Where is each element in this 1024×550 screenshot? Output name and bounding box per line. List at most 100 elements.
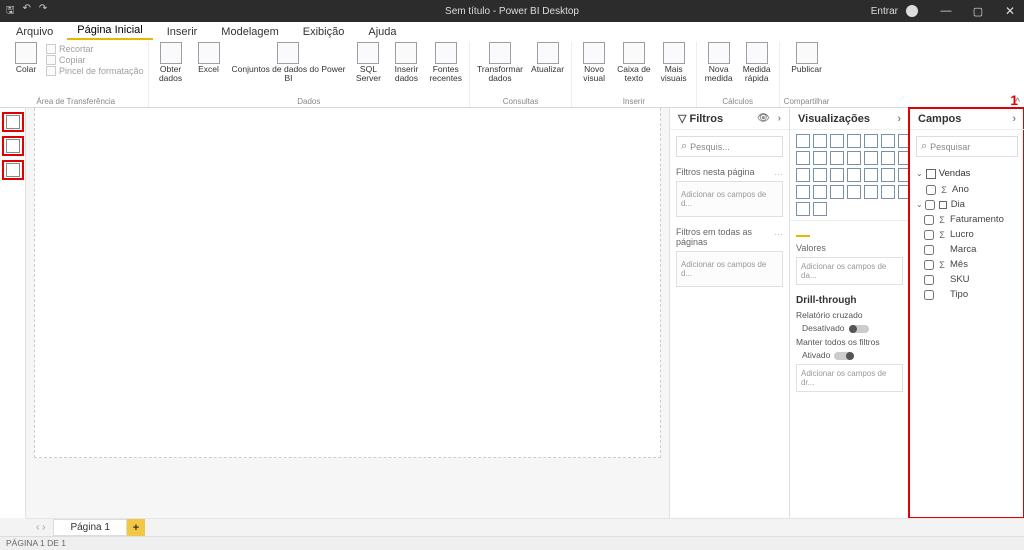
viz-type-icon[interactable] (796, 168, 810, 182)
filters-search[interactable]: Pesquis... (676, 136, 783, 157)
viz-type-icon[interactable] (830, 151, 844, 165)
report-canvas[interactable] (34, 108, 661, 458)
excel-icon (198, 42, 220, 64)
filters-page-dropzone[interactable]: Adicionar os campos de d... (676, 181, 783, 217)
caret-icon: ⌄ (916, 200, 923, 209)
publish-button[interactable]: Publicar (788, 42, 825, 74)
report-view-button[interactable] (2, 112, 24, 132)
viz-type-icon[interactable] (796, 202, 810, 216)
paste-button[interactable]: Colar (8, 42, 44, 74)
field-faturamento[interactable]: ΣFaturamento (914, 212, 1020, 227)
viz-type-icon[interactable] (796, 185, 810, 199)
enter-data-button[interactable]: Inserir dados (388, 42, 424, 83)
viz-type-icon[interactable] (830, 168, 844, 182)
tab-exibicao[interactable]: Exibição (293, 23, 355, 40)
tab-ajuda[interactable]: Ajuda (358, 23, 406, 40)
viz-type-icon[interactable] (830, 134, 844, 148)
field-checkbox[interactable] (925, 200, 935, 210)
collapse-filters-icon[interactable] (778, 113, 781, 124)
fields-tab-icon[interactable] (796, 223, 810, 237)
excel-button[interactable]: Excel (191, 42, 227, 74)
field-checkbox[interactable] (926, 185, 936, 195)
avatar-icon[interactable] (906, 5, 918, 17)
add-page-button[interactable]: + (127, 519, 145, 537)
field-checkbox[interactable] (924, 260, 934, 270)
viz-type-icon[interactable] (881, 185, 895, 199)
table-vendas[interactable]: ⌄ Vendas (914, 165, 1020, 182)
field-checkbox[interactable] (924, 245, 934, 255)
viz-type-icon[interactable] (813, 168, 827, 182)
viz-type-icon[interactable] (847, 168, 861, 182)
field-checkbox[interactable] (924, 290, 934, 300)
viz-type-icon[interactable] (796, 151, 810, 165)
viz-type-icon[interactable] (864, 134, 878, 148)
field-dia[interactable]: ⌄Dia (914, 197, 1020, 212)
viz-type-icon[interactable] (847, 151, 861, 165)
sigma-icon: Σ (938, 260, 946, 270)
field-checkbox[interactable] (924, 215, 934, 225)
field-tipo[interactable]: Tipo (914, 287, 1020, 302)
format-tab-icon[interactable] (816, 223, 830, 237)
viz-type-icon[interactable] (847, 134, 861, 148)
tab-inserir[interactable]: Inserir (157, 23, 208, 40)
viz-type-icon[interactable] (813, 185, 827, 199)
viz-type-icon[interactable] (847, 185, 861, 199)
field-ano[interactable]: ΣAno (914, 182, 1020, 197)
pbi-datasets-button[interactable]: Conjuntos de dados do Power BI (229, 42, 349, 83)
field-lucro[interactable]: ΣLucro (914, 227, 1020, 242)
fields-search[interactable]: Pesquisar (916, 136, 1018, 157)
textbox-button[interactable]: Caixa de texto (614, 42, 654, 83)
undo-icon[interactable]: ↶ (23, 3, 31, 20)
new-visual-icon (583, 42, 605, 64)
recent-sources-button[interactable]: Fontes recentes (426, 42, 465, 83)
data-view-button[interactable] (2, 136, 24, 156)
transform-data-button[interactable]: Transformar dados (474, 42, 526, 83)
more-visuals-button[interactable]: Mais visuais (656, 42, 692, 83)
maximize-button[interactable]: ▢ (964, 0, 992, 22)
new-measure-button[interactable]: Nova medida (701, 42, 737, 83)
viz-type-icon[interactable] (830, 185, 844, 199)
visualizations-header: Visualizações (798, 113, 870, 125)
collapse-fields-icon[interactable] (1012, 113, 1016, 125)
field-mes[interactable]: ΣMês (914, 257, 1020, 272)
new-visual-button[interactable]: Novo visual (576, 42, 612, 83)
recent-icon (435, 42, 457, 64)
viz-type-icon[interactable] (864, 151, 878, 165)
tab-arquivo[interactable]: Arquivo (6, 23, 63, 40)
filters-all-dropzone[interactable]: Adicionar os campos de d... (676, 251, 783, 287)
tab-pagina-inicial[interactable]: Página Inicial (67, 21, 152, 40)
cross-report-toggle[interactable] (849, 325, 869, 333)
field-checkbox[interactable] (924, 275, 934, 285)
save-icon[interactable]: 🖫 (6, 3, 15, 20)
viz-type-icon[interactable] (864, 168, 878, 182)
quick-measure-button[interactable]: Medida rápida (739, 42, 775, 83)
model-view-button[interactable] (2, 160, 24, 180)
field-checkbox[interactable] (924, 230, 934, 240)
model-view-icon (6, 163, 20, 177)
viz-type-icon[interactable] (813, 134, 827, 148)
sign-in-link[interactable]: Entrar (871, 6, 898, 17)
tab-modelagem[interactable]: Modelagem (211, 23, 288, 40)
viz-type-icon[interactable] (796, 134, 810, 148)
close-button[interactable]: ✕ (996, 0, 1024, 22)
drill-dropzone[interactable]: Adicionar os campos de dr... (796, 364, 903, 392)
values-dropzone[interactable]: Adicionar os campos de da... (796, 257, 903, 285)
viz-type-icon[interactable] (881, 168, 895, 182)
minimize-button[interactable]: — (932, 0, 960, 22)
field-sku[interactable]: SKU (914, 272, 1020, 287)
viz-type-icon[interactable] (813, 202, 827, 216)
eye-icon[interactable]: 👁 (757, 113, 770, 124)
collapse-viz-icon[interactable] (897, 113, 901, 125)
refresh-button[interactable]: Atualizar (528, 42, 567, 74)
page-tab-1[interactable]: Página 1 (53, 519, 126, 536)
redo-icon[interactable]: ↷ (39, 3, 47, 20)
viz-type-icon[interactable] (864, 185, 878, 199)
viz-type-icon[interactable] (881, 151, 895, 165)
page-nav-prev[interactable]: ‹ › (32, 522, 53, 533)
field-marca[interactable]: Marca (914, 242, 1020, 257)
viz-type-icon[interactable] (881, 134, 895, 148)
viz-type-icon[interactable] (813, 151, 827, 165)
get-data-button[interactable]: Obter dados (153, 42, 189, 83)
sql-server-button[interactable]: SQL Server (350, 42, 386, 83)
keep-filters-toggle[interactable] (834, 352, 854, 360)
